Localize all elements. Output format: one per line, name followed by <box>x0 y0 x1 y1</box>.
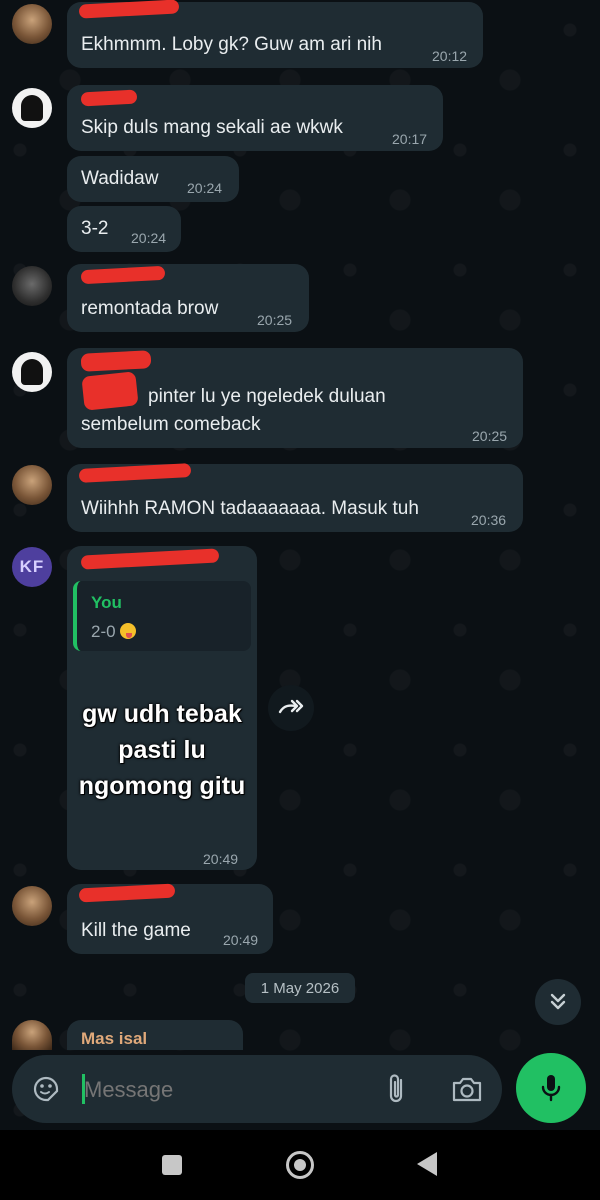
sticker-line: pasti lu <box>118 736 206 764</box>
avatar[interactable] <box>12 886 52 926</box>
message-input[interactable] <box>82 1069 366 1111</box>
sticker[interactable]: gw udh tebak pasti lu ngomong gitu <box>67 546 257 846</box>
avatar[interactable] <box>12 88 52 128</box>
avatar[interactable] <box>12 465 52 505</box>
redacted-sender <box>80 350 152 372</box>
message-time: 20:49 <box>203 851 239 867</box>
camera-button[interactable] <box>450 1072 484 1106</box>
silhouette-icon <box>21 95 43 121</box>
redacted-sender <box>80 265 166 285</box>
message-time: 20:36 <box>471 512 507 528</box>
message-time: 20:25 <box>257 312 293 328</box>
message-composer <box>12 1055 502 1123</box>
avatar-initials: KF <box>19 557 45 576</box>
message-bubble[interactable]: Wiihhh RAMON tadaaaaaaa. Masuk tuh 20:36 <box>67 463 523 532</box>
redacted-sender <box>78 883 176 903</box>
message-text: Wiihhh RAMON tadaaaaaaa. Masuk tuh <box>81 498 419 519</box>
redacted-sticker <box>81 371 139 411</box>
message-time: 20:25 <box>472 428 508 444</box>
date-divider: 1 May 2026 <box>245 973 355 1003</box>
message-bubble[interactable]: Skip duls mang sekali ae wkwk 20:17 <box>67 85 443 151</box>
camera-icon <box>452 1077 482 1102</box>
voice-record-button[interactable] <box>516 1053 586 1123</box>
message-text: Ekhmmm. Loby gk? Guw am ari nih <box>81 34 382 55</box>
sticker-icon <box>33 1076 59 1102</box>
avatar[interactable] <box>12 4 52 44</box>
message-bubble[interactable]: remontada brow 20:25 <box>67 264 309 332</box>
avatar[interactable] <box>12 266 52 306</box>
message-bubble[interactable]: pinter lu ye ngeledek duluan sembelum co… <box>67 348 523 448</box>
sticker-line: gw udh tebak <box>82 700 242 728</box>
back-icon[interactable] <box>417 1152 437 1176</box>
redacted-sender <box>78 0 180 19</box>
forward-button[interactable] <box>268 685 314 731</box>
message-text: remontada brow <box>81 298 219 319</box>
message-time: 20:12 <box>432 48 468 64</box>
sticker-text: gw udh tebak pasti lu ngomong gitu <box>67 696 257 804</box>
sender-name: Mas isal <box>81 1029 148 1048</box>
sticker-line: ngomong gitu <box>78 772 246 800</box>
forward-icon <box>278 699 304 714</box>
silhouette-icon <box>21 359 43 385</box>
mic-icon <box>541 1075 561 1102</box>
avatar-kf[interactable]: KF <box>12 547 52 587</box>
home-icon[interactable] <box>286 1151 314 1179</box>
sticker-button[interactable] <box>30 1073 62 1105</box>
message-text: sembelum comeback <box>81 414 261 435</box>
redacted-sender <box>78 463 192 483</box>
message-time: 20:49 <box>223 932 259 948</box>
recents-icon[interactable] <box>162 1155 182 1175</box>
redacted-sender <box>80 89 138 107</box>
message-bubble[interactable]: Kill the game 20:49 <box>67 883 273 954</box>
message-bubble[interactable]: Ekhmmm. Loby gk? Guw am ari nih 20:12 <box>67 0 483 68</box>
message-time: 20:24 <box>187 180 223 196</box>
avatar[interactable] <box>12 352 52 392</box>
attach-button[interactable] <box>382 1071 412 1107</box>
message-text: 3-2 <box>81 218 109 239</box>
message-bubble[interactable]: Mas isal <box>67 1020 243 1050</box>
message-bubble[interactable]: 3-2 20:24 <box>67 206 181 252</box>
message-time: 20:17 <box>392 131 428 147</box>
message-text: Skip duls mang sekali ae wkwk <box>81 117 343 138</box>
message-text: pinter lu ye ngeledek duluan <box>148 386 386 407</box>
attach-icon <box>389 1074 403 1103</box>
message-text: Wadidaw <box>81 168 159 189</box>
message-text: Kill the game <box>81 920 191 941</box>
double-chevron-down-icon <box>550 993 566 1010</box>
message-bubble[interactable]: Wadidaw 20:24 <box>67 156 239 202</box>
message-time: 20:24 <box>131 230 167 246</box>
scroll-to-bottom-button[interactable] <box>535 979 581 1025</box>
